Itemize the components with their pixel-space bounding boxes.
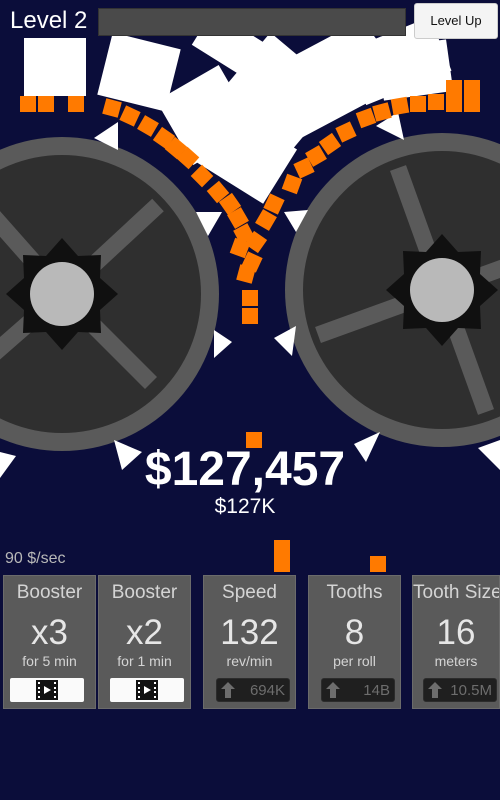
watch-ad-button[interactable] (110, 678, 184, 702)
money-short: $127K (214, 495, 276, 518)
panel-title: Tooth Size (413, 582, 500, 603)
upgrade-panels: Booster x3 for 5 min Booster x2 for 1 mi… (0, 575, 500, 711)
tooths-panel: Tooths 8 per roll 14B (308, 575, 401, 709)
panel-value: x2 (126, 613, 163, 652)
chip (242, 308, 258, 324)
upgrade-tooths-button[interactable]: 14B (321, 678, 395, 702)
level-label: Level 2 (4, 4, 94, 38)
chip (464, 80, 480, 96)
crate (24, 36, 86, 96)
chip (242, 290, 258, 306)
panel-value: x3 (31, 613, 68, 652)
upgrade-cost: 10.5M (450, 682, 492, 699)
panel-value: 8 (344, 613, 365, 652)
crate (376, 39, 454, 101)
upgrade-tooth-size-button[interactable]: 10.5M (423, 678, 497, 702)
tooth-size-panel: Tooth Size 16 meters 10.5M (412, 575, 500, 709)
panel-title: Speed (222, 582, 277, 603)
panel-value: 16 (436, 613, 476, 652)
income-rate: 90 $/sec (5, 550, 66, 567)
upgrade-cost: 694K (249, 682, 285, 699)
film-icon (36, 680, 58, 700)
chip (464, 96, 480, 112)
chip (370, 556, 386, 572)
upgrade-cost: 14B (363, 682, 390, 699)
chip (38, 96, 54, 112)
roller-hub (30, 262, 94, 326)
level-up-button[interactable]: Level Up (414, 3, 498, 39)
chip (410, 96, 426, 112)
booster-x2-panel: Booster x2 for 1 min (98, 575, 191, 709)
panel-unit: meters (434, 653, 478, 669)
upgrade-speed-button[interactable]: 694K (216, 678, 290, 702)
top-bar: Level 2 Level Up (0, 0, 500, 42)
chip (428, 94, 444, 110)
arrow-up-icon (221, 682, 235, 698)
panel-title: Booster (16, 582, 83, 603)
roller-hub (410, 258, 474, 322)
level-progress-bar (98, 8, 406, 36)
chip (20, 96, 36, 112)
chip (446, 96, 462, 112)
chip (446, 80, 462, 96)
panel-title: Booster (111, 582, 178, 603)
film-icon (136, 680, 158, 700)
chip (274, 540, 290, 556)
chip (390, 96, 410, 116)
chip (274, 556, 290, 572)
watch-ad-button[interactable] (10, 678, 84, 702)
panel-value: 132 (220, 613, 279, 652)
panel-unit: rev/min (226, 653, 273, 669)
arrow-up-icon (428, 682, 442, 698)
money-amount: $127,457 (144, 443, 346, 496)
arrow-up-icon (326, 682, 340, 698)
panel-unit: for 5 min (22, 653, 77, 669)
speed-panel: Speed 132 rev/min 694K (203, 575, 296, 709)
booster-x3-panel: Booster x3 for 5 min (3, 575, 96, 709)
panel-title: Tooths (326, 582, 383, 603)
chip (68, 96, 84, 112)
panel-unit: per roll (333, 653, 376, 669)
panel-unit: for 1 min (117, 653, 172, 669)
